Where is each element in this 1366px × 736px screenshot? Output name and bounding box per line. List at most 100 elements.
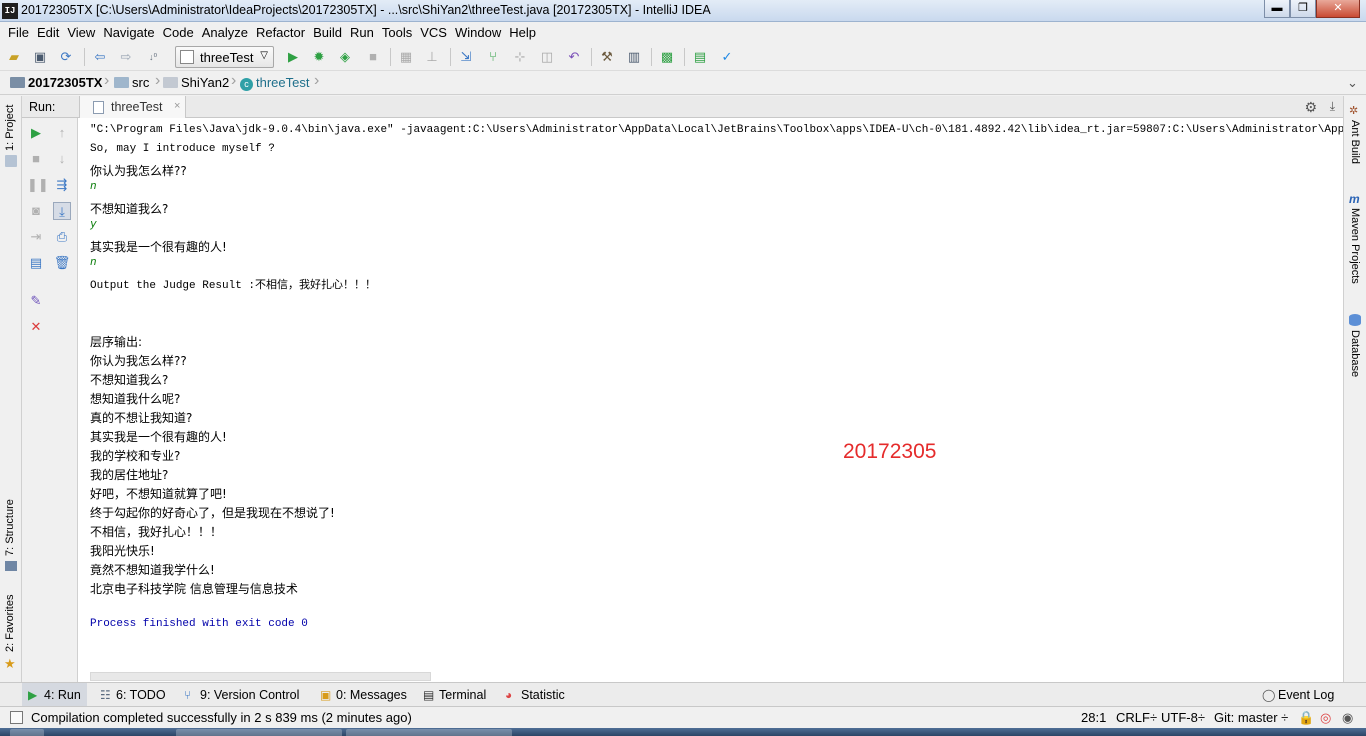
menu-window[interactable]: Window: [451, 25, 505, 40]
menu-edit[interactable]: Edit: [33, 25, 63, 40]
console-user-input: n: [90, 181, 97, 193]
run-tab-label: threeTest: [111, 100, 163, 114]
dump-threads-icon[interactable]: ◙: [27, 202, 45, 220]
settings-icon[interactable]: ⚒: [599, 49, 615, 65]
tool-tab-version-control[interactable]: ⑂ 9: Version Control: [178, 683, 305, 707]
tool-tab-structure[interactable]: 7: Structure: [4, 499, 16, 556]
notifications-icon[interactable]: ◉: [1342, 710, 1353, 726]
tool-tab-event-log[interactable]: ◯ Event Log: [1256, 683, 1340, 707]
close-run-icon[interactable]: ✕: [27, 318, 45, 336]
activity-monitor-icon[interactable]: ▤: [692, 49, 708, 65]
tool-tab-todo[interactable]: ☷ 6: TODO: [94, 683, 172, 707]
lock-icon[interactable]: 🔒: [1298, 710, 1314, 726]
build-icon[interactable]: ▦: [398, 49, 414, 65]
vcs-commit-icon[interactable]: ⑂: [485, 49, 501, 65]
run-configuration-select[interactable]: threeTest ▽: [175, 46, 274, 68]
tool-tab-messages[interactable]: ▣ 0: Messages: [314, 683, 413, 707]
tool-tab-maven-projects[interactable]: Maven Projects: [1349, 208, 1361, 284]
menu-help[interactable]: Help: [505, 25, 540, 40]
back-icon[interactable]: ⇦: [92, 49, 108, 65]
rerun-icon[interactable]: ▶: [27, 124, 45, 142]
tool-tab-statistic[interactable]: ◕ Statistic: [499, 683, 571, 707]
tool-windows-toggle-icon[interactable]: [10, 711, 23, 724]
taskbar-item[interactable]: [176, 729, 342, 736]
structure-icon: [5, 561, 17, 571]
breadcrumb-class[interactable]: c threeTest: [240, 75, 309, 91]
navbar-chevron-icon[interactable]: ⌄: [1347, 75, 1358, 91]
menu-navigate[interactable]: Navigate: [99, 25, 158, 40]
file-encoding[interactable]: UTF-8÷: [1161, 710, 1205, 725]
ant-icon: ✲: [1349, 105, 1359, 117]
debug-icon[interactable]: ✹: [311, 49, 327, 65]
restore-layout-icon[interactable]: ⇥: [27, 228, 45, 246]
sync-icon[interactable]: ⟳: [58, 49, 74, 65]
save-icon[interactable]: ▣: [32, 49, 48, 65]
hide-panel-icon[interactable]: ⤓: [1330, 99, 1335, 114]
gear-icon[interactable]: ⚙: [1304, 99, 1317, 116]
inspection-icon[interactable]: ◎: [1320, 710, 1331, 726]
menu-file[interactable]: File: [4, 25, 33, 40]
project-structure-icon[interactable]: ▥: [626, 49, 642, 65]
tool-tab-run[interactable]: ▶ 4: Run: [22, 683, 87, 707]
menu-code[interactable]: Code: [159, 25, 198, 40]
layout-icon[interactable]: ▤: [27, 254, 45, 272]
pin-tab-icon[interactable]: ✎: [27, 292, 45, 310]
bottom-tool-tabs: ▶ 4: Run ☷ 6: TODO ⑂ 9: Version Control ▣ 0:…: [0, 682, 1366, 707]
breadcrumb-package[interactable]: ShiYan2: [163, 75, 229, 90]
menu-run[interactable]: Run: [346, 25, 378, 40]
menu-view[interactable]: View: [63, 25, 99, 40]
close-tab-icon[interactable]: ×: [174, 100, 180, 112]
run-tab-threetest[interactable]: threeTest ×: [79, 96, 186, 118]
task-check-icon[interactable]: ✓: [719, 49, 735, 65]
git-branch[interactable]: Git: master ÷: [1214, 710, 1288, 725]
line-separator[interactable]: CRLF÷: [1116, 710, 1157, 725]
console-line: 不相信，我好扎心！！！: [90, 525, 223, 539]
run-icon[interactable]: ▶: [285, 49, 301, 65]
forward-icon[interactable]: ⇨: [118, 49, 134, 65]
breadcrumb-src[interactable]: src: [114, 75, 149, 90]
tool-tab-database[interactable]: Database: [1349, 330, 1361, 377]
menu-tools[interactable]: Tools: [378, 25, 416, 40]
console-line: 其实我是一个很有趣的人!: [90, 430, 227, 444]
taskbar-item[interactable]: [346, 729, 512, 736]
stop-icon[interactable]: ■: [365, 49, 381, 65]
menu-analyze[interactable]: Analyze: [198, 25, 252, 40]
clear-all-icon[interactable]: 🗑: [53, 254, 71, 272]
tool-tab-ant-build[interactable]: Ant Build: [1349, 120, 1361, 164]
java-class-icon: c: [240, 78, 253, 91]
run-coverage-icon[interactable]: ◈: [337, 49, 353, 65]
vcs-history-icon[interactable]: ◫: [539, 49, 555, 65]
right-tool-stripe: ✲ Ant Build m Maven Projects Database: [1343, 96, 1366, 682]
tool-tab-terminal[interactable]: ▤ Terminal: [417, 683, 492, 707]
vcs-update-icon[interactable]: ⇲: [458, 49, 474, 65]
console-output[interactable]: "C:\Program Files\Java\jdk-9.0.4\bin\jav…: [78, 118, 1343, 682]
scroll-to-end-icon[interactable]: ⤓: [53, 202, 71, 220]
deploy-icon[interactable]: ⊥: [424, 49, 440, 65]
taskbar-start[interactable]: [10, 729, 44, 736]
horizontal-scrollbar[interactable]: [90, 672, 431, 681]
maximize-button[interactable]: ❐: [1290, 0, 1316, 18]
run-configuration-label: threeTest: [200, 50, 254, 65]
minimize-button[interactable]: ▬: [1264, 0, 1290, 18]
sdk-icon[interactable]: ▩: [659, 49, 675, 65]
pause-icon[interactable]: ❚❚: [27, 176, 49, 194]
close-button[interactable]: ✕: [1316, 0, 1360, 18]
intellij-app-icon: IJ: [2, 3, 18, 19]
sort-icon[interactable]: ↓⁰: [145, 49, 161, 65]
scroll-down-icon[interactable]: ↓: [53, 150, 71, 168]
scroll-up-icon[interactable]: ↑: [53, 124, 71, 142]
tool-tab-project[interactable]: 1: Project: [4, 105, 16, 151]
console-line: 我阳光快乐!: [90, 544, 155, 558]
breadcrumb-project[interactable]: 20172305TX: [10, 75, 102, 90]
cursor-position[interactable]: 28:1: [1081, 710, 1106, 725]
undo-icon[interactable]: ↶: [566, 49, 582, 65]
tool-tab-favorites[interactable]: 2: Favorites: [4, 595, 16, 652]
print-icon[interactable]: ⎙: [53, 228, 71, 246]
menu-build[interactable]: Build: [309, 25, 346, 40]
soft-wrap-icon[interactable]: ⇶: [53, 176, 71, 194]
menu-refactor[interactable]: Refactor: [252, 25, 309, 40]
vcs-compare-icon[interactable]: ⊹: [512, 49, 528, 65]
stop-run-icon[interactable]: ■: [27, 150, 45, 168]
menu-vcs[interactable]: VCS: [416, 25, 451, 40]
open-icon[interactable]: ▰: [6, 49, 22, 65]
